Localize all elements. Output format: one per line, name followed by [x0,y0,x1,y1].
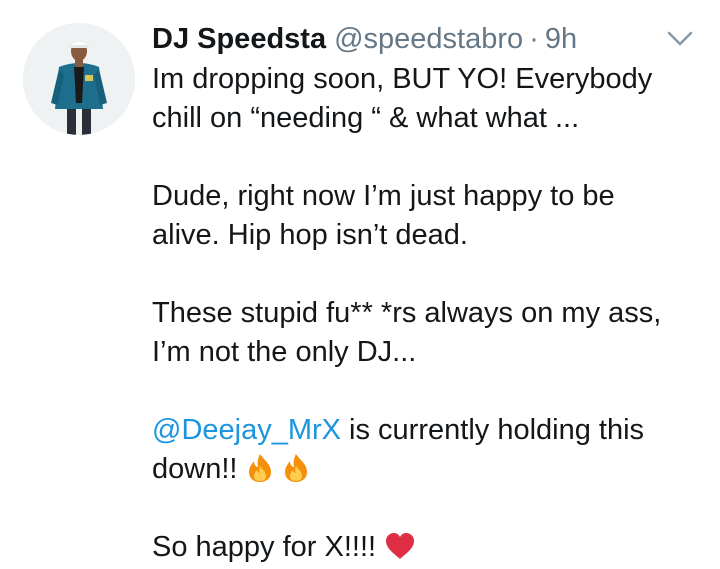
header-separator: · [529,23,539,55]
tweet-text: Im dropping soon, BUT YO! Everybody chil… [152,60,692,567]
tweet-line: I’m not the only DJ... [152,336,417,368]
tweet-timestamp[interactable]: 9h [545,23,577,55]
fire-emoji-icon [282,453,310,483]
tweet-line: chill on “needing “ & what what ... [152,102,580,134]
tweet-paragraph: So happy for X!!!! [152,528,692,567]
tweet-line: alive. Hip hop isn’t dead. [152,219,468,251]
tweet-line: @Deejay_MrX is currently holding this [152,411,692,450]
tweet-paragraph: @Deejay_MrX is currently holding this do… [152,411,692,489]
tweet-paragraph: Dude, right now I’m just happy to be ali… [152,177,692,255]
tweet-line: Dude, right now I’m just happy to be [152,180,615,212]
tweet-line: Im dropping soon, BUT YO! Everybody [152,63,653,95]
tweet-header: DJ Speedsta @speedstabro · 9h [152,18,577,60]
fire-emoji-icon [246,453,274,483]
tweet-line-text: is currently holding this [341,414,645,446]
chevron-down-icon[interactable] [663,24,697,54]
author-display-name[interactable]: DJ Speedsta [152,23,326,55]
author-handle[interactable]: @speedstabro [334,23,523,55]
tweet-line: These stupid fu** *rs always on my ass, [152,297,662,329]
red-heart-emoji-icon [384,531,416,561]
tweet-line-text: So happy for X!!!! [152,531,385,563]
tweet[interactable]: DJ Speedsta @speedstabro · 9h Im dropping s… [0,0,720,569]
author-avatar[interactable] [23,23,135,135]
mention-link[interactable]: @Deejay_MrX [152,414,341,446]
tweet-line: So happy for X!!!! [152,528,692,567]
tweet-line: down!! [152,450,692,489]
tweet-paragraph: Im dropping soon, BUT YO! Everybody chil… [152,60,692,138]
tweet-paragraph: These stupid fu** *rs always on my ass, … [152,294,692,372]
tweet-line-text: down!! [152,453,246,485]
